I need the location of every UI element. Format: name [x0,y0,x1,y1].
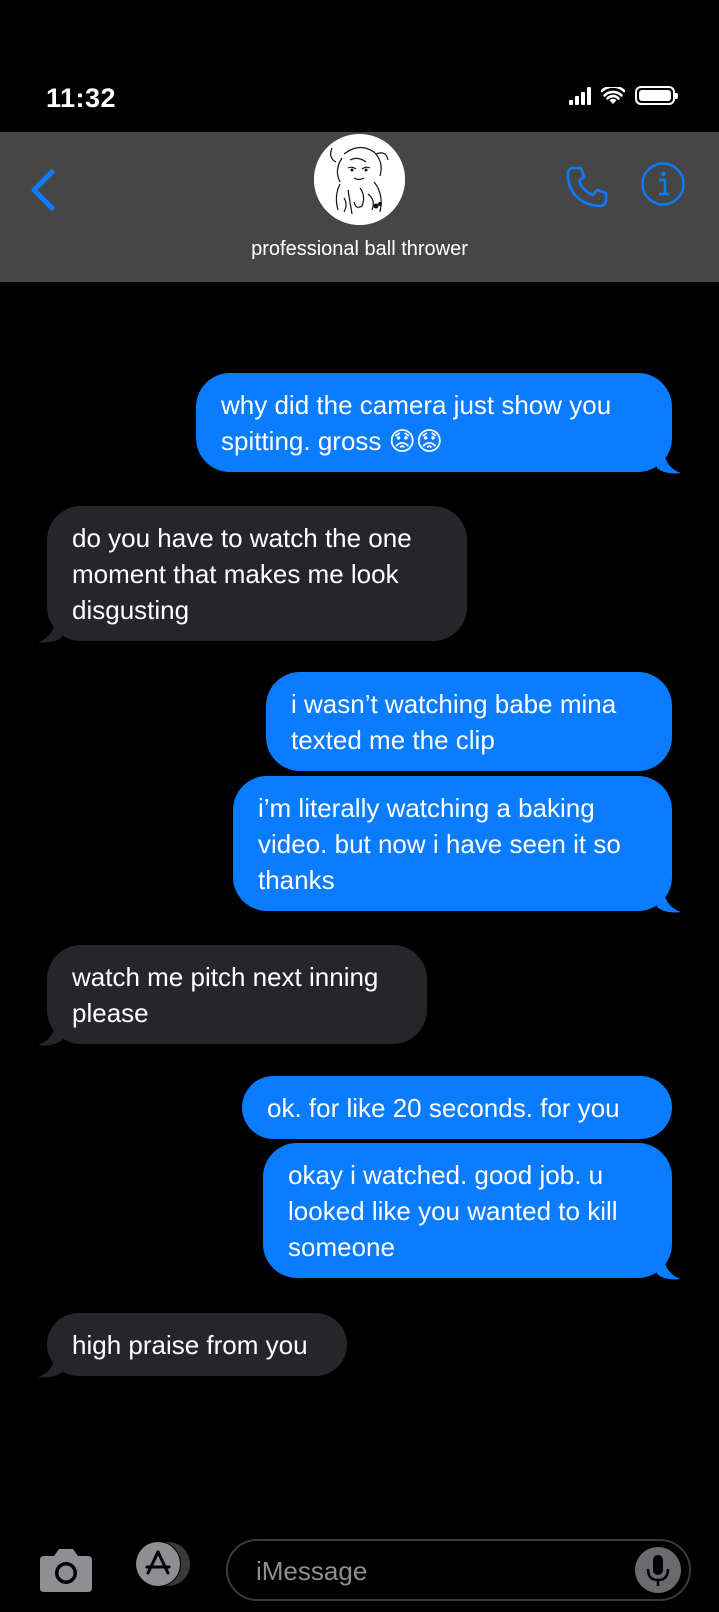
message-bubble-sent[interactable]: okay i watched. good job. u looked like … [263,1143,681,1280]
message-bubble-received[interactable]: do you have to watch the one moment that… [38,506,467,643]
avatar-sketch-icon [314,134,405,225]
message-list: why did the camera just show you spittin… [0,282,719,1530]
microphone-icon [646,1555,670,1586]
message-text: why did the camera just show you spittin… [221,390,612,456]
status-bar: 11:32 [0,0,719,132]
contact-name[interactable]: professional ball thrower [0,238,719,261]
status-time: 11:32 [46,83,117,113]
phone-icon [566,166,608,208]
contact-avatar[interactable] [314,134,405,225]
message-bubble-sent[interactable]: i’m literally watching a baking video. b… [233,776,681,913]
bubble-tail [657,448,681,474]
bubble-tail [657,1254,681,1280]
back-button[interactable] [24,164,64,214]
message-text: okay i watched. good job. u looked like … [288,1160,618,1262]
chevron-left-icon [31,169,55,211]
conversation-header: professional ball thrower [0,132,719,282]
bubble-tail [657,887,681,913]
app-store-button[interactable] [130,1540,196,1590]
message-text: watch me pitch next inning please [72,962,379,1028]
bubble-tail [38,1020,62,1046]
message-text: do you have to watch the one moment that… [72,523,412,625]
camera-button[interactable] [38,1544,94,1594]
wifi-icon [601,86,625,104]
camera-icon [40,1549,92,1592]
app-store-icon [135,1541,190,1587]
message-bubble-sent[interactable]: why did the camera just show you spittin… [196,373,681,474]
composer-bar [0,1530,719,1612]
bubble-tail [38,1352,62,1378]
message-text: i’m literally watching a baking video. b… [258,793,621,895]
message-text: i wasn’t watching babe mina texted me th… [291,689,617,755]
info-icon [641,162,685,206]
info-button[interactable] [640,161,686,207]
call-button[interactable] [562,162,612,212]
message-bubble-sent[interactable]: ok. for like 20 seconds. for you [242,1076,672,1139]
message-bubble-received[interactable]: high praise from you [38,1313,347,1378]
status-icons [569,86,678,105]
message-bubble-received[interactable]: watch me pitch next inning please [38,945,427,1046]
message-input[interactable] [254,1541,608,1601]
message-bubble-sent[interactable]: i wasn’t watching babe mina texted me th… [266,672,672,771]
message-text: high praise from you [72,1330,308,1360]
cellular-signal-icon [569,86,591,105]
message-text: ok. for like 20 seconds. for you [267,1093,620,1123]
dictation-button[interactable] [635,1547,681,1593]
bubble-tail [38,617,62,643]
message-field[interactable] [226,1539,691,1601]
battery-icon [635,86,678,105]
